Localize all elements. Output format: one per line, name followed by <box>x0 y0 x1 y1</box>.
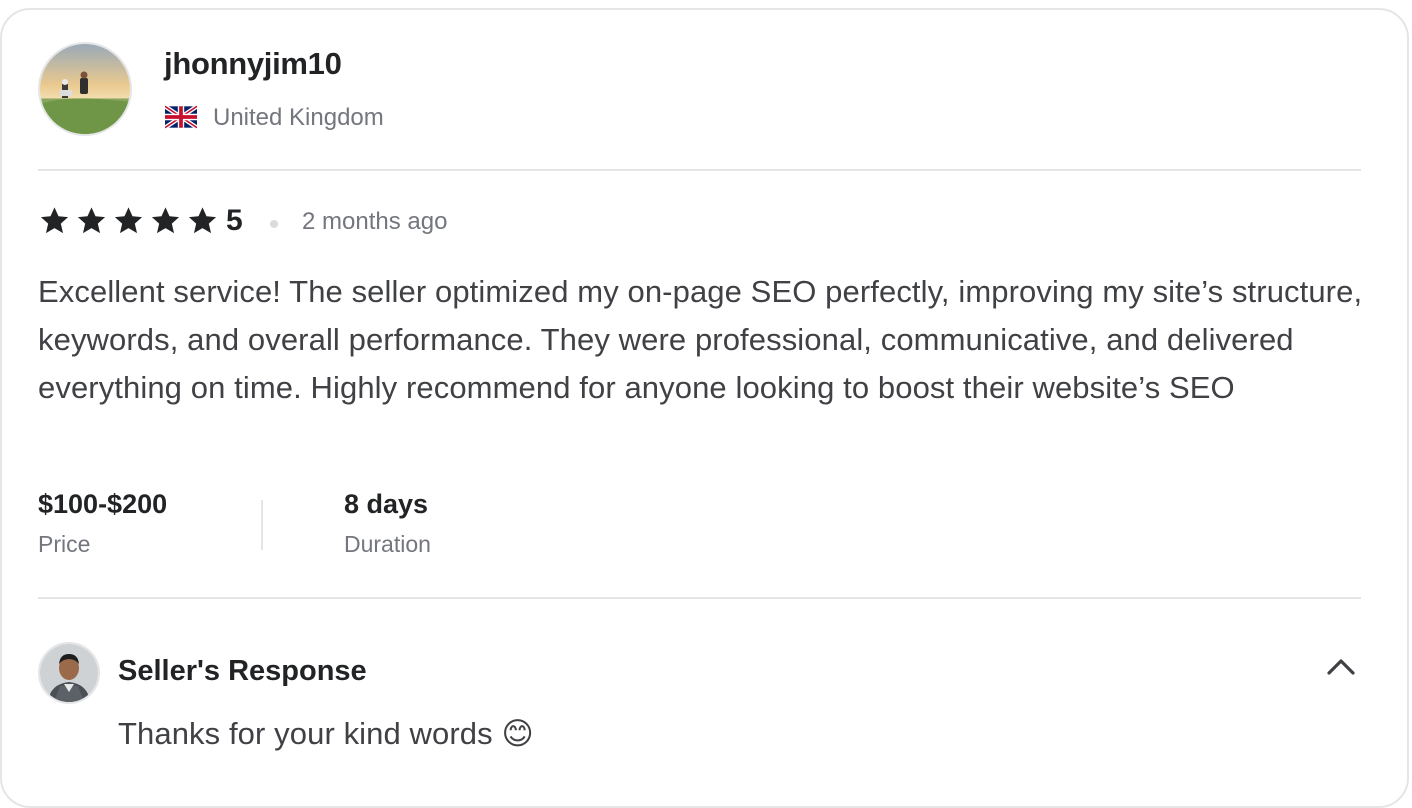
seller-avatar-photo <box>40 644 98 702</box>
price-value: $100-$200 <box>38 489 168 519</box>
header-divider <box>38 169 1361 171</box>
uk-flag-icon <box>163 104 199 130</box>
stats-divider <box>261 500 263 550</box>
reviewer-avatar-photo <box>40 44 130 134</box>
duration-value: 8 days <box>344 489 429 519</box>
star-icon <box>38 205 71 236</box>
star-icon <box>75 205 108 236</box>
review-text: Excellent service! The seller optimized … <box>38 274 1363 405</box>
review-time: 2 months ago <box>302 208 448 235</box>
rating-value: 5 <box>226 204 243 237</box>
seller-avatar[interactable] <box>38 642 100 704</box>
separator-dot <box>270 220 278 228</box>
chevron-up-icon[interactable] <box>1325 654 1357 678</box>
duration-label: Duration <box>344 531 431 557</box>
reviewer-country: United Kingdom <box>213 104 384 131</box>
star-icon <box>149 205 182 236</box>
seller-response-text: Thanks for your kind words 😊 <box>118 716 534 751</box>
star-rating <box>38 205 219 236</box>
response-divider <box>38 597 1361 599</box>
price-label: Price <box>38 531 91 557</box>
reviewer-username[interactable]: jhonnyjim10 <box>164 46 342 82</box>
star-icon <box>186 205 219 236</box>
star-icon <box>112 205 145 236</box>
seller-response-title: Seller's Response <box>118 655 367 687</box>
reviewer-avatar[interactable] <box>38 42 132 136</box>
